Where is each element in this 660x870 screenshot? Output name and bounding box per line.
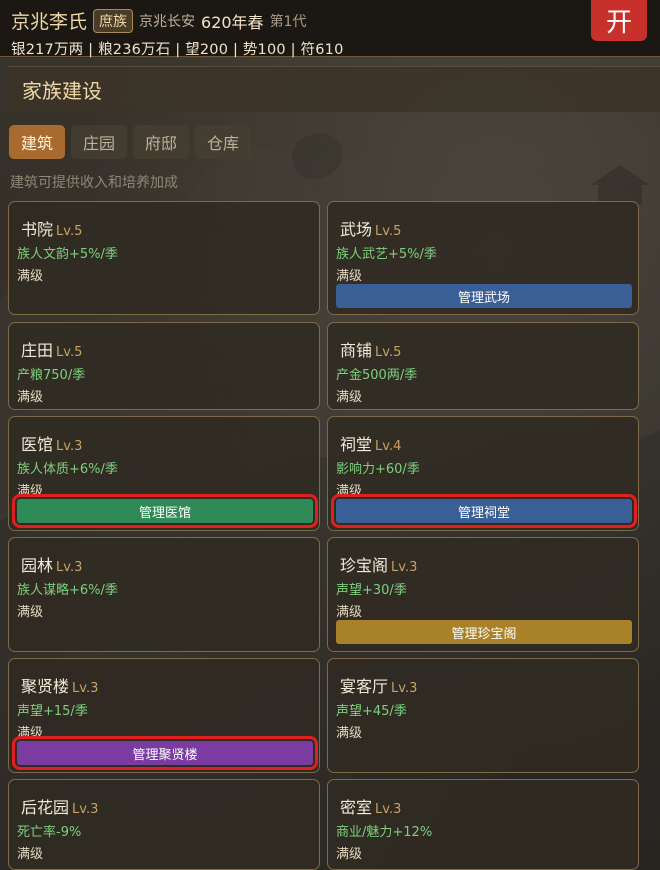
building-level: Lv.3 xyxy=(391,560,418,575)
building-status: 满级 xyxy=(336,605,363,620)
building-status: 满级 xyxy=(336,726,363,741)
building-status: 满级 xyxy=(17,390,44,405)
building-status: 满级 xyxy=(17,726,44,741)
building-tabs: 建筑 庄园 府邸 仓库 xyxy=(9,125,252,159)
clan-rank-badge: 庶族 xyxy=(93,8,134,33)
open-button[interactable]: 开 xyxy=(591,0,647,41)
building-name: 庄田 xyxy=(21,341,54,360)
building-name: 后花园 xyxy=(21,798,70,817)
building-status: 满级 xyxy=(17,605,44,620)
building-effect: 产粮750/季 xyxy=(17,368,86,383)
building-card-clinic: 医馆 Lv.3 族人体质+6%/季 满级 管理医馆 xyxy=(8,416,320,531)
building-card-shop: 商铺 Lv.5 产金500两/季 满级 xyxy=(327,322,639,410)
building-card-martial-arena: 武场 Lv.5 族人武艺+5%/季 满级 管理武场 xyxy=(327,201,639,315)
building-name: 密室 xyxy=(340,798,373,817)
building-card-talent-hall: 聚贤楼 Lv.3 声望+15/季 满级 管理聚贤楼 xyxy=(8,658,320,773)
building-level: Lv.5 xyxy=(56,224,83,239)
manage-martial-arena-button[interactable]: 管理武场 xyxy=(336,284,632,308)
building-status: 满级 xyxy=(336,269,363,284)
building-effect: 商业/魅力+12% xyxy=(336,825,433,840)
building-name: 武场 xyxy=(340,220,373,239)
building-card-farmland: 庄田 Lv.5 产粮750/季 满级 xyxy=(8,322,320,410)
building-effect: 族人谋略+6%/季 xyxy=(17,583,118,598)
building-name: 商铺 xyxy=(340,341,373,360)
building-effect: 声望+45/季 xyxy=(336,704,407,719)
building-card-ancestral-hall: 祠堂 Lv.4 影响力+60/季 满级 管理祠堂 xyxy=(327,416,639,531)
building-level: Lv.5 xyxy=(56,345,83,360)
building-effect: 死亡率-9% xyxy=(17,825,82,840)
clan-name: 京兆李氏 xyxy=(11,11,88,33)
building-status: 满级 xyxy=(336,847,363,862)
building-level: Lv.4 xyxy=(375,439,402,454)
building-status: 满级 xyxy=(17,484,44,499)
building-name: 书院 xyxy=(21,220,54,239)
manage-clinic-button[interactable]: 管理医馆 xyxy=(12,494,318,528)
building-level: Lv.3 xyxy=(56,560,83,575)
building-effect: 族人文韵+5%/季 xyxy=(17,247,118,262)
building-status: 满级 xyxy=(336,484,363,499)
manage-ancestral-hall-button[interactable]: 管理祠堂 xyxy=(331,494,637,528)
building-name: 祠堂 xyxy=(340,435,373,454)
building-effect: 声望+15/季 xyxy=(17,704,88,719)
tab-buildings[interactable]: 建筑 xyxy=(9,125,66,159)
building-status: 满级 xyxy=(17,269,44,284)
building-effect: 产金500两/季 xyxy=(336,368,418,383)
building-level: Lv.3 xyxy=(72,681,99,696)
building-level: Lv.3 xyxy=(56,439,83,454)
building-name: 聚贤楼 xyxy=(21,677,70,696)
generation-label: 第1代 xyxy=(269,13,307,30)
building-card-garden: 园林 Lv.3 族人谋略+6%/季 满级 xyxy=(8,537,320,652)
section-header: 家族建设 xyxy=(8,66,660,112)
building-level: Lv.3 xyxy=(72,802,99,817)
building-name: 宴客厅 xyxy=(340,677,389,696)
building-name: 珍宝阁 xyxy=(340,556,389,575)
building-card-back-garden: 后花园 Lv.3 死亡率-9% 满级 xyxy=(8,779,320,870)
building-level: Lv.5 xyxy=(375,224,402,239)
building-card-secret-room: 密室 Lv.3 商业/魅力+12% 满级 xyxy=(327,779,639,870)
clan-title-row: 京兆李氏 庶族 京兆长安 620年春 第1代 xyxy=(11,7,306,34)
top-status-bar: 京兆李氏 庶族 京兆长安 620年春 第1代 银217万两 | 粮236万石 |… xyxy=(0,0,660,58)
tab-hint: 建筑可提供收入和培养加成 xyxy=(10,175,178,191)
building-effect: 声望+30/季 xyxy=(336,583,407,598)
building-level: Lv.3 xyxy=(375,802,402,817)
tab-mansion[interactable]: 府邸 xyxy=(133,125,190,159)
building-status: 满级 xyxy=(336,390,363,405)
building-card-treasure-pavilion: 珍宝阁 Lv.3 声望+30/季 满级 管理珍宝阁 xyxy=(327,537,639,652)
building-status: 满级 xyxy=(17,847,44,862)
building-name: 医馆 xyxy=(21,435,54,454)
manage-talent-hall-button[interactable]: 管理聚贤楼 xyxy=(12,736,318,770)
resource-stats: 银217万两 | 粮236万石 | 望200 | 势100 | 符610 xyxy=(11,42,344,58)
building-effect: 族人体质+6%/季 xyxy=(17,462,118,477)
building-level: Lv.3 xyxy=(391,681,418,696)
manage-treasure-pavilion-button[interactable]: 管理珍宝阁 xyxy=(336,620,632,644)
section-title: 家族建设 xyxy=(22,79,102,103)
clan-location: 京兆长安 xyxy=(139,13,196,30)
building-effect: 族人武艺+5%/季 xyxy=(336,247,437,262)
building-name: 园林 xyxy=(21,556,54,575)
building-level: Lv.5 xyxy=(375,345,402,360)
building-card-banquet-hall: 宴客厅 Lv.3 声望+45/季 满级 xyxy=(327,658,639,773)
tab-manor[interactable]: 庄园 xyxy=(71,125,128,159)
building-effect: 影响力+60/季 xyxy=(336,462,420,477)
tab-warehouse[interactable]: 仓库 xyxy=(195,125,252,159)
building-card-academy: 书院 Lv.5 族人文韵+5%/季 满级 xyxy=(8,201,320,315)
current-season: 620年春 xyxy=(201,12,264,32)
